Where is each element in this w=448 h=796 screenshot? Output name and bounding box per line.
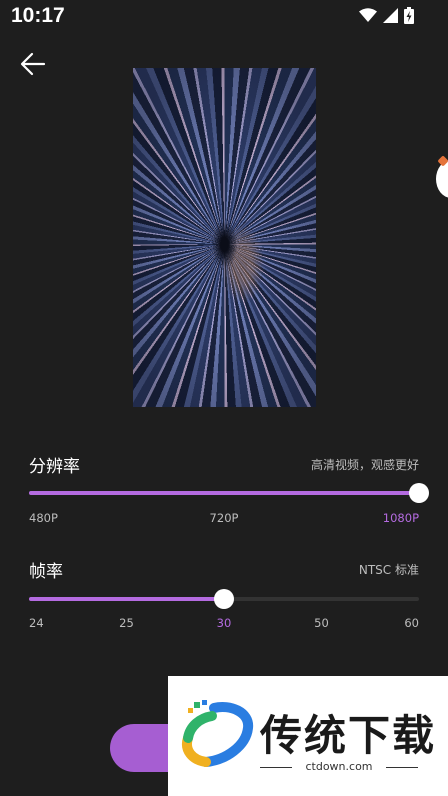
watermark-logo-icon xyxy=(182,700,254,767)
watermark-title: 传统下载 xyxy=(260,711,437,760)
framerate-slider-thumb[interactable] xyxy=(214,589,234,609)
spark-icon xyxy=(437,155,448,167)
video-preview xyxy=(133,68,316,407)
battery-icon xyxy=(404,7,414,24)
framerate-tick-label[interactable]: 25 xyxy=(119,616,134,630)
back-button[interactable] xyxy=(18,49,50,79)
resolution-hint: 高清视频，观感更好 xyxy=(310,458,419,472)
resolution-slider-fill xyxy=(29,491,419,495)
framerate-slider[interactable] xyxy=(29,589,419,609)
resolution-title: 分辨率 xyxy=(29,457,80,477)
framerate-title: 帧率 xyxy=(29,562,63,582)
arrow-left-icon xyxy=(20,52,46,76)
signal-icon xyxy=(383,8,398,23)
watermark-url: ctdown.com xyxy=(260,760,418,773)
framerate-tick-label[interactable]: 50 xyxy=(314,616,329,630)
framerate-tick-label[interactable]: 30 xyxy=(217,616,232,630)
resolution-tick-label[interactable]: 480P xyxy=(29,511,58,525)
resolution-tick-label[interactable]: 720P xyxy=(210,511,239,525)
resolution-slider[interactable] xyxy=(29,483,429,503)
framerate-tick-label[interactable]: 60 xyxy=(404,616,419,630)
resolution-slider-thumb[interactable] xyxy=(409,483,429,503)
framerate-slider-fill xyxy=(29,597,224,601)
wifi-icon xyxy=(359,8,377,22)
status-icons xyxy=(359,7,414,24)
watermark: 传统下载 ctdown.com xyxy=(168,676,448,796)
framerate-tick-label[interactable]: 24 xyxy=(29,616,44,630)
status-time: 10:17 xyxy=(11,4,65,27)
status-bar: 10:17 xyxy=(0,0,448,34)
floating-badge[interactable] xyxy=(436,155,448,198)
framerate-hint: NTSC 标准 xyxy=(358,563,419,577)
resolution-tick-label[interactable]: 1080P xyxy=(383,511,419,525)
